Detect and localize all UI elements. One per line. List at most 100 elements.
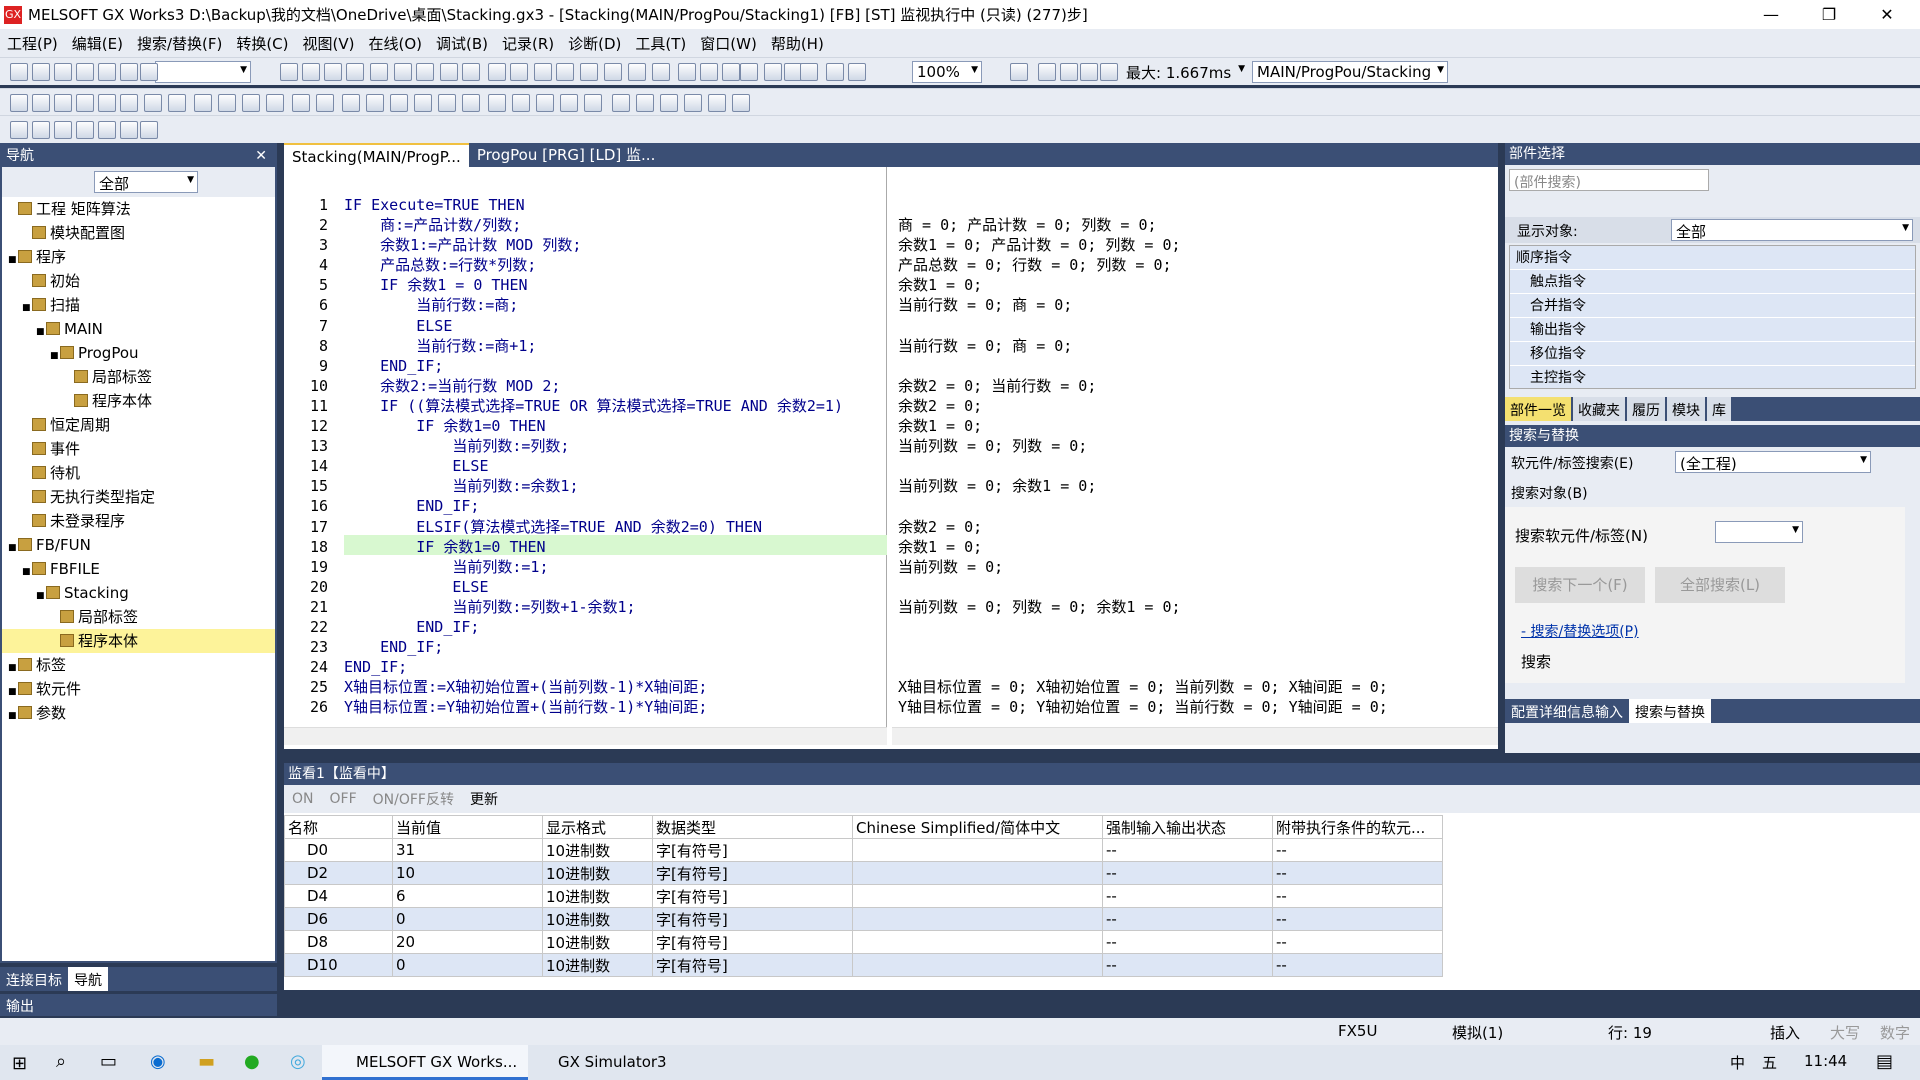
toolbar-icon[interactable] [32, 94, 50, 112]
code-hscroll[interactable] [284, 727, 887, 745]
tab-progpou[interactable]: ProgPou [PRG] [LD] 监... [469, 143, 664, 167]
toolbar-icon[interactable] [302, 63, 320, 81]
expand-toggle-icon[interactable]: ■ [22, 560, 32, 584]
watch-button[interactable]: ON [284, 791, 322, 807]
search-options-link[interactable]: - 搜索/替换选项(P) [1521, 621, 1639, 641]
toolbar-icon[interactable] [54, 63, 72, 81]
folder-icon[interactable]: ▬ [198, 1051, 215, 1072]
browser-icon[interactable]: ◎ [290, 1051, 306, 1072]
watch-row[interactable]: D8 20 10进制数 字[有符号] -- -- [284, 930, 1443, 954]
monitor-hscroll[interactable] [892, 727, 1498, 745]
expand-toggle-icon[interactable]: ■ [50, 344, 60, 368]
restore-button[interactable]: ❐ [1806, 0, 1852, 29]
toolbar-icon[interactable] [556, 63, 574, 81]
toolbar-icon[interactable] [700, 63, 718, 81]
menu-item-0[interactable]: 工程(P) [0, 33, 65, 54]
toolbar-icon[interactable] [462, 94, 480, 112]
parts-search-input[interactable]: (部件搜索) [1509, 169, 1709, 191]
watch-column-header[interactable]: Chinese Simplified/简体中文 [852, 815, 1103, 839]
notification-icon[interactable]: ▤ [1876, 1051, 1893, 1072]
watch-row[interactable]: D0 31 10进制数 字[有符号] -- -- [284, 838, 1443, 862]
expand-toggle-icon[interactable]: ■ [8, 248, 18, 272]
tree-item[interactable]: 模块配置图 [2, 221, 275, 245]
watch-button[interactable]: 更新 [462, 789, 506, 809]
tree-item[interactable]: 未登录程序 [2, 509, 275, 533]
toolbar-icon[interactable] [826, 63, 844, 81]
tree-item[interactable]: ■ FBFILE [2, 557, 275, 581]
menu-item-4[interactable]: 视图(V) [296, 33, 362, 54]
edge-icon[interactable]: ◉ [150, 1051, 166, 1072]
watch-button[interactable]: OFF [322, 791, 365, 807]
expand-toggle-icon[interactable]: ■ [36, 320, 46, 344]
toolbar-icon[interactable] [584, 94, 602, 112]
toolbar-icon[interactable] [140, 121, 158, 139]
toolbar-icon[interactable] [98, 63, 116, 81]
tab-search-replace[interactable]: 搜索与替换 [1629, 699, 1711, 723]
menu-item-2[interactable]: 搜索/替换(F) [130, 33, 229, 54]
toolbar-icon[interactable] [848, 63, 866, 81]
expand-toggle-icon[interactable]: ■ [8, 536, 18, 560]
toolbar-icon[interactable] [416, 63, 434, 81]
tree-item[interactable]: ■ 参数 [2, 701, 275, 725]
tree-item[interactable]: 程序本体 [2, 389, 275, 413]
toolbar-icon[interactable] [242, 94, 260, 112]
watch-column-header[interactable]: 数据类型 [652, 815, 853, 839]
toolbar-icon[interactable] [292, 94, 310, 112]
menu-item-1[interactable]: 编辑(E) [65, 33, 130, 54]
tab-stacking[interactable]: Stacking(MAIN/ProgP... [284, 143, 469, 167]
parts-tab[interactable]: 履历 [1627, 397, 1665, 421]
toolbar-icon[interactable] [98, 121, 116, 139]
tab-config-detail[interactable]: 配置详细信息输入 [1505, 699, 1629, 723]
toolbar-icon[interactable] [32, 121, 50, 139]
toolbar-icon[interactable] [1010, 63, 1028, 81]
toolbar-icon[interactable] [144, 94, 162, 112]
parts-tab[interactable]: 库 [1707, 397, 1731, 421]
toolbar-icon[interactable] [140, 63, 158, 81]
wechat-icon[interactable]: ● [244, 1051, 260, 1072]
parts-item[interactable]: 主控指令 [1510, 366, 1915, 388]
toolbar-icon[interactable] [98, 94, 116, 112]
search-all-button[interactable]: 全部搜索(L) [1655, 567, 1785, 603]
toolbar-icon[interactable] [488, 94, 506, 112]
toolbar-icon[interactable] [438, 94, 456, 112]
code-text[interactable]: IF Execute=TRUE THEN 商:=产品计数/列数; 余数1:=产品… [344, 195, 843, 717]
tree-item[interactable]: 待机 [2, 461, 275, 485]
watch-row[interactable]: D6 0 10进制数 字[有符号] -- -- [284, 907, 1443, 931]
toolbar-icon[interactable] [32, 63, 50, 81]
toolbar-icon[interactable] [76, 121, 94, 139]
watch-row[interactable]: D4 6 10进制数 字[有符号] -- -- [284, 884, 1443, 908]
toolbar-icon[interactable] [342, 94, 360, 112]
watch-column-header[interactable]: 名称 [284, 815, 393, 839]
search-device-combo[interactable] [1715, 521, 1803, 543]
tree-item[interactable]: ■ 程序 [2, 245, 275, 269]
toolbar-icon[interactable] [740, 63, 758, 81]
toolbar-icon[interactable] [800, 63, 818, 81]
toolbar-icon[interactable] [462, 63, 480, 81]
clock[interactable]: 11:44 [1804, 1052, 1847, 1070]
expand-toggle-icon[interactable]: ■ [8, 704, 18, 728]
tree-item[interactable]: ■ MAIN [2, 317, 275, 341]
taskbar-app-simulator[interactable]: GX Simulator3 [530, 1045, 720, 1080]
parts-item[interactable]: 输出指令 [1510, 318, 1915, 342]
toolbar-icon[interactable] [604, 63, 622, 81]
windows-start-icon[interactable]: ⊞ [12, 1053, 27, 1074]
tree-item[interactable]: 工程 矩阵算法 [2, 197, 275, 221]
pou-path-combo[interactable]: MAIN/ProgPou/Stacking [1252, 61, 1448, 83]
toolbar-icon[interactable] [346, 63, 364, 81]
expand-toggle-icon[interactable]: ■ [22, 296, 32, 320]
toolbar-icon[interactable] [390, 94, 408, 112]
parts-item[interactable]: 顺序指令 [1510, 246, 1915, 270]
toolbar-icon[interactable] [280, 63, 298, 81]
toolbar-icon[interactable] [316, 94, 334, 112]
toolbar-icon[interactable] [660, 94, 678, 112]
tree-item[interactable]: ■ ProgPou [2, 341, 275, 365]
tree-item[interactable]: 局部标签 [2, 605, 275, 629]
parts-tab[interactable]: 收藏夹 [1573, 397, 1625, 421]
toolbar-icon[interactable] [534, 63, 552, 81]
menu-item-7[interactable]: 记录(R) [495, 33, 561, 54]
tree-item[interactable]: ■ 扫描 [2, 293, 275, 317]
ime-indicator[interactable]: 中 [1730, 1052, 1745, 1073]
toolbar-icon[interactable] [324, 63, 342, 81]
zoom-combo[interactable]: 100% [912, 61, 982, 83]
parts-tab[interactable]: 部件一览 [1505, 397, 1571, 421]
